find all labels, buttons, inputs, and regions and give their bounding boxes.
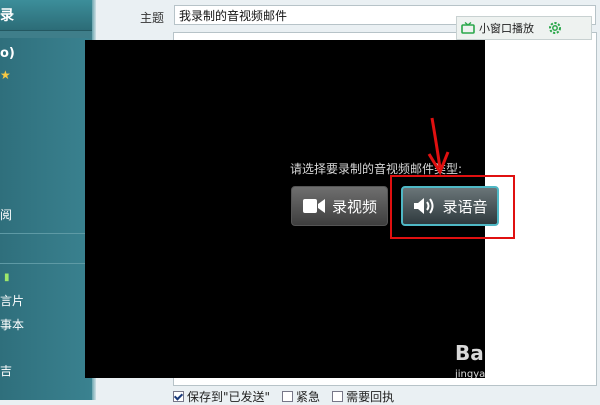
mini-window-button[interactable]: 小窗口播放 xyxy=(457,17,538,39)
sidebar-divider xyxy=(0,233,86,234)
arrow-annotation-icon xyxy=(427,117,450,176)
highlight-box xyxy=(390,175,515,239)
watermark-url: jingyan.baidu.com xyxy=(455,369,548,380)
receipt-checkbox[interactable] xyxy=(332,391,344,402)
mini-window-label: 小窗口播放 xyxy=(479,22,534,35)
watermark-brand: Baidu xyxy=(455,340,520,365)
sidebar: 录 o) ★ 阅 ▮ 言片 事本 吉 xyxy=(0,0,96,400)
save-sent-checkbox[interactable] xyxy=(173,391,184,402)
send-options: 保存到"已发送" 紧急 需要回执 xyxy=(173,388,406,405)
sidebar-item-other[interactable]: 吉 xyxy=(0,362,12,379)
sidebar-item-notebook[interactable]: 事本 xyxy=(0,316,24,333)
star-icon: ★ xyxy=(0,68,11,82)
battery-icon: ▮ xyxy=(4,272,10,283)
save-sent-label: 保存到"已发送" xyxy=(187,390,271,404)
save-sent-option[interactable]: 保存到"已发送" xyxy=(173,388,270,405)
sidebar-item-account[interactable]: o) xyxy=(0,46,15,61)
sidebar-panel: o) ★ 阅 ▮ 言片 事本 吉 xyxy=(0,38,92,400)
subject-label: 主题 xyxy=(140,11,165,25)
tv-icon xyxy=(461,22,475,34)
record-video-button[interactable]: 录视频 xyxy=(291,186,388,226)
video-camera-icon xyxy=(302,199,325,213)
sidebar-item-postcard[interactable]: 言片 xyxy=(0,292,24,309)
receipt-option[interactable]: 需要回执 xyxy=(332,388,394,405)
watermark-suffix: 经验 xyxy=(537,342,578,366)
urgent-label: 紧急 xyxy=(296,390,321,404)
record-video-label: 录视频 xyxy=(331,197,377,216)
sidebar-item-read[interactable]: 阅 xyxy=(0,206,12,223)
sidebar-header[interactable]: 录 xyxy=(0,0,92,31)
paw-icon: ● xyxy=(521,343,536,362)
urgent-checkbox[interactable] xyxy=(282,391,294,402)
urgent-option[interactable]: 紧急 xyxy=(282,388,320,405)
gear-icon[interactable] xyxy=(546,19,564,37)
baidu-watermark: Baidu ● 经验 jingyan.baidu.com xyxy=(455,338,595,388)
receipt-label: 需要回执 xyxy=(346,390,395,404)
sidebar-header-label: 录 xyxy=(0,8,14,24)
sidebar-divider xyxy=(0,263,86,264)
mini-window-toolbar: 小窗口播放 xyxy=(456,16,592,40)
